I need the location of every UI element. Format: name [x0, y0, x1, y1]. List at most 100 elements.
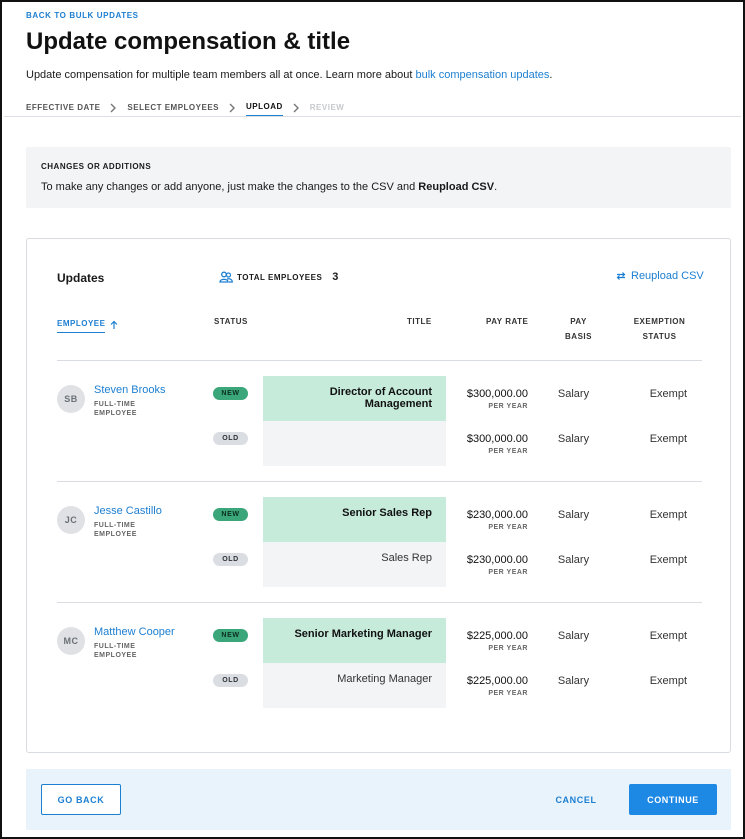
pay-rate-period: PER YEAR	[488, 448, 528, 455]
title-old: Marketing Manager	[263, 663, 446, 708]
pay-rate-old: $230,000.00 PER YEAR	[452, 554, 528, 576]
people-icon	[219, 271, 233, 283]
updates-card: Updates TOTAL EMPLOYEES 3 Reupload CSV E…	[26, 238, 731, 753]
reupload-csv-button[interactable]: Reupload CSV	[615, 270, 704, 282]
pay-rate-old: $225,000.00 PER YEAR	[452, 675, 528, 697]
column-header-exemption-status: EXEMPTION STATUS	[632, 314, 687, 344]
pay-basis-new: Salary	[557, 630, 590, 642]
exemption-new: Exempt	[649, 509, 687, 521]
title-old	[263, 421, 446, 466]
column-header-pay-basis: PAY BASIS	[556, 314, 601, 344]
pay-rate-period: PER YEAR	[488, 690, 528, 697]
employee-header-label: EMPLOYEE	[57, 316, 106, 333]
pay-basis-new: Salary	[557, 509, 590, 521]
total-employees: TOTAL EMPLOYEES 3	[219, 271, 339, 283]
employee-row-group: MC Matthew Cooper FULL-TIME EMPLOYEE NEW…	[27, 602, 732, 708]
employee-name-link[interactable]: Steven Brooks	[94, 384, 166, 396]
column-header-title: TITLE	[407, 317, 432, 326]
step-upload[interactable]: UPLOAD	[246, 102, 283, 117]
exemption-new: Exempt	[649, 630, 687, 642]
step-review: REVIEW	[309, 103, 345, 112]
employee-name-link[interactable]: Jesse Castillo	[94, 505, 162, 517]
progress-stepper: EFFECTIVE DATE SELECT EMPLOYEES UPLOAD R…	[26, 102, 344, 117]
subtitle-end: .	[549, 69, 553, 81]
footer-bar: GO BACK CANCEL CONTINUE	[26, 769, 731, 830]
notice-end: .	[494, 181, 498, 193]
pay-basis-old: Salary	[557, 554, 590, 566]
employee-row-group: SB Steven Brooks FULL-TIME EMPLOYEE NEW …	[27, 360, 732, 466]
updates-title: Updates	[57, 271, 105, 285]
employee-type: FULL-TIME EMPLOYEE	[94, 643, 137, 659]
notice-title: CHANGES OR ADDITIONS	[41, 162, 152, 171]
pay-rate-new: $230,000.00 PER YEAR	[452, 509, 528, 531]
page-subtitle: Update compensation for multiple team me…	[26, 69, 552, 81]
status-badge-old: OLD	[213, 553, 248, 566]
title-new: Senior Sales Rep	[263, 497, 446, 542]
avatar: MC	[57, 627, 85, 655]
bulk-compensation-updates-link[interactable]: bulk compensation updates	[415, 69, 549, 81]
arrow-up-icon	[111, 320, 118, 329]
title-new: Director of Account Management	[263, 376, 446, 421]
exemption-old: Exempt	[649, 554, 687, 566]
total-label: TOTAL EMPLOYEES	[237, 272, 323, 282]
pay-rate-period: PER YEAR	[488, 645, 528, 652]
title-old: Sales Rep	[263, 542, 446, 587]
chevron-right-icon	[293, 103, 299, 112]
pay-rate-old: $300,000.00 PER YEAR	[452, 433, 528, 455]
continue-button[interactable]: CONTINUE	[629, 784, 717, 815]
exemption-old: Exempt	[649, 433, 687, 445]
pay-rate-period: PER YEAR	[488, 524, 528, 531]
status-badge-new: NEW	[213, 629, 248, 642]
employee-type: FULL-TIME EMPLOYEE	[94, 522, 137, 538]
status-badge-old: OLD	[213, 432, 248, 445]
pay-rate-value: $230,000.00	[466, 509, 528, 521]
notice-body: To make any changes or add anyone, just …	[41, 181, 497, 193]
header-divider	[4, 116, 741, 117]
column-header-pay-rate: PAY RATE	[486, 317, 529, 326]
cancel-button[interactable]: CANCEL	[541, 784, 611, 815]
chevron-right-icon	[110, 103, 117, 112]
title-new: Senior Marketing Manager	[263, 618, 446, 663]
pay-rate-value: $225,000.00	[466, 675, 528, 687]
total-count: 3	[332, 271, 339, 283]
pay-basis-line2: BASIS	[565, 332, 592, 341]
app-frame: BACK TO BULK UPDATES Update compensation…	[0, 0, 745, 839]
pay-rate-value: $300,000.00	[466, 388, 528, 400]
employee-name-link[interactable]: Matthew Cooper	[94, 626, 175, 638]
exemption-old: Exempt	[649, 675, 687, 687]
pay-rate-value: $230,000.00	[466, 554, 528, 566]
pay-rate-period: PER YEAR	[488, 569, 528, 576]
refresh-icon	[616, 272, 626, 280]
status-badge-new: NEW	[213, 508, 248, 521]
pay-rate-new: $300,000.00 PER YEAR	[452, 388, 528, 410]
avatar: SB	[57, 385, 85, 413]
pay-basis-new: Salary	[557, 388, 590, 400]
notice-text: To make any changes or add anyone, just …	[41, 181, 419, 193]
pay-basis-line1: PAY	[570, 317, 587, 326]
subtitle-text: Update compensation for multiple team me…	[26, 69, 416, 81]
step-select-employees[interactable]: SELECT EMPLOYEES	[127, 103, 219, 116]
pay-rate-value: $300,000.00	[466, 433, 528, 445]
pay-rate-new: $225,000.00 PER YEAR	[452, 630, 528, 652]
pay-rate-value: $225,000.00	[466, 630, 528, 642]
pay-rate-period: PER YEAR	[488, 403, 528, 410]
exemption-new: Exempt	[649, 388, 687, 400]
changes-notice: CHANGES OR ADDITIONS To make any changes…	[26, 147, 731, 208]
status-badge-new: NEW	[213, 387, 248, 400]
column-header-employee[interactable]: EMPLOYEE	[57, 316, 119, 333]
reupload-label: Reupload CSV	[631, 270, 704, 282]
employee-row-group: JC Jesse Castillo FULL-TIME EMPLOYEE NEW…	[27, 481, 732, 587]
avatar: JC	[57, 506, 85, 534]
pay-basis-old: Salary	[557, 675, 590, 687]
notice-bold: Reupload CSV	[418, 181, 495, 193]
page-title: Update compensation & title	[26, 28, 351, 55]
status-badge-old: OLD	[213, 674, 248, 687]
go-back-button[interactable]: GO BACK	[41, 784, 121, 815]
pay-basis-old: Salary	[557, 433, 590, 445]
column-header-status: STATUS	[214, 317, 248, 326]
step-effective-date[interactable]: EFFECTIVE DATE	[26, 103, 100, 116]
exemption-line1: EXEMPTION	[633, 317, 686, 326]
back-to-bulk-updates-link[interactable]: BACK TO BULK UPDATES	[26, 11, 139, 20]
employee-type: FULL-TIME EMPLOYEE	[94, 401, 137, 417]
chevron-right-icon	[229, 103, 235, 112]
